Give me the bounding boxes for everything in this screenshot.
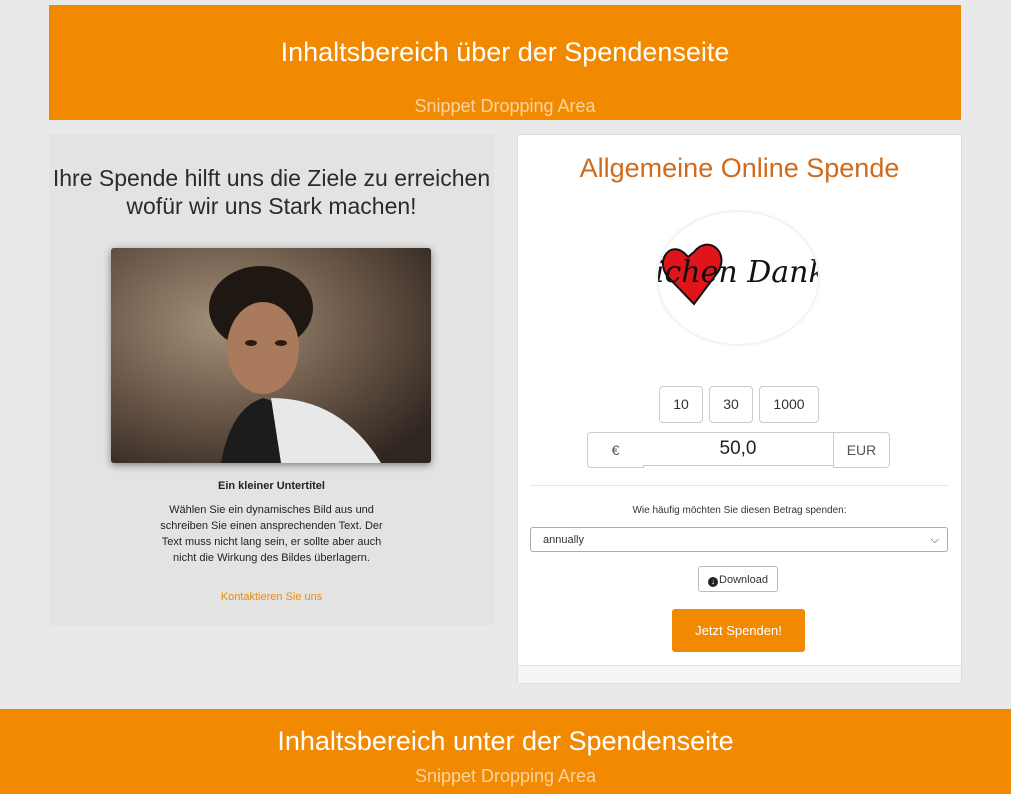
top-banner-subtitle: Snippet Dropping Area (414, 96, 596, 116)
card-footer (518, 665, 961, 683)
frequency-selected-value: annually (543, 534, 584, 546)
currency-code: EUR (833, 432, 890, 468)
info-heading: Ihre Spende hilft uns die Ziele zu errei… (52, 165, 491, 219)
chevron-down-icon: ⌵ (930, 534, 939, 546)
logo-text: lichen Dank (658, 255, 818, 290)
donation-form-card: Allgemeine Online Spende lichen Dank 10 … (517, 134, 962, 684)
thank-you-logo: lichen Dank (658, 212, 818, 344)
bottom-banner-title: Inhaltsbereich unter der Spendenseite (277, 726, 734, 756)
info-panel: Ihre Spende hilft uns die Ziele zu errei… (49, 134, 494, 625)
download-icon: ↓ (708, 577, 719, 587)
amount-input-group: € EUR (587, 432, 890, 468)
info-subtitle: Ein kleiner Untertitel (218, 480, 325, 492)
contact-link[interactable]: Kontaktieren Sie uns (49, 591, 494, 603)
download-button[interactable]: ↓ Download (698, 566, 778, 592)
amount-input[interactable] (643, 432, 833, 466)
donation-title: Allgemeine Online Spende (579, 153, 900, 183)
bottom-content-banner: Inhaltsbereich unter der Spendenseite Sn… (0, 709, 1011, 794)
bottom-banner-subtitle: Snippet Dropping Area (414, 766, 597, 786)
frequency-label: Wie häufig möchten Sie diesen Betrag spe… (632, 505, 847, 516)
amount-30-button[interactable]: 30 (709, 386, 753, 423)
info-text: Wählen Sie ein dynamisches Bild aus und … (160, 504, 383, 564)
hero-photo (111, 248, 431, 463)
portrait-image (111, 248, 431, 463)
amount-1000-button[interactable]: 1000 (759, 386, 819, 423)
donate-button[interactable]: Jetzt Spenden! (672, 609, 805, 652)
amount-10-button[interactable]: 10 (659, 386, 703, 423)
download-label: Download (719, 574, 768, 586)
top-content-banner: Inhaltsbereich über der Spendenseite Sni… (49, 5, 961, 120)
frequency-select[interactable]: annually ⌵ (530, 527, 948, 552)
top-banner-title: Inhaltsbereich über der Spendenseite (280, 37, 730, 67)
currency-symbol: € (587, 432, 644, 468)
heart-logo-icon: lichen Dank (658, 243, 818, 306)
form-divider (530, 485, 949, 486)
